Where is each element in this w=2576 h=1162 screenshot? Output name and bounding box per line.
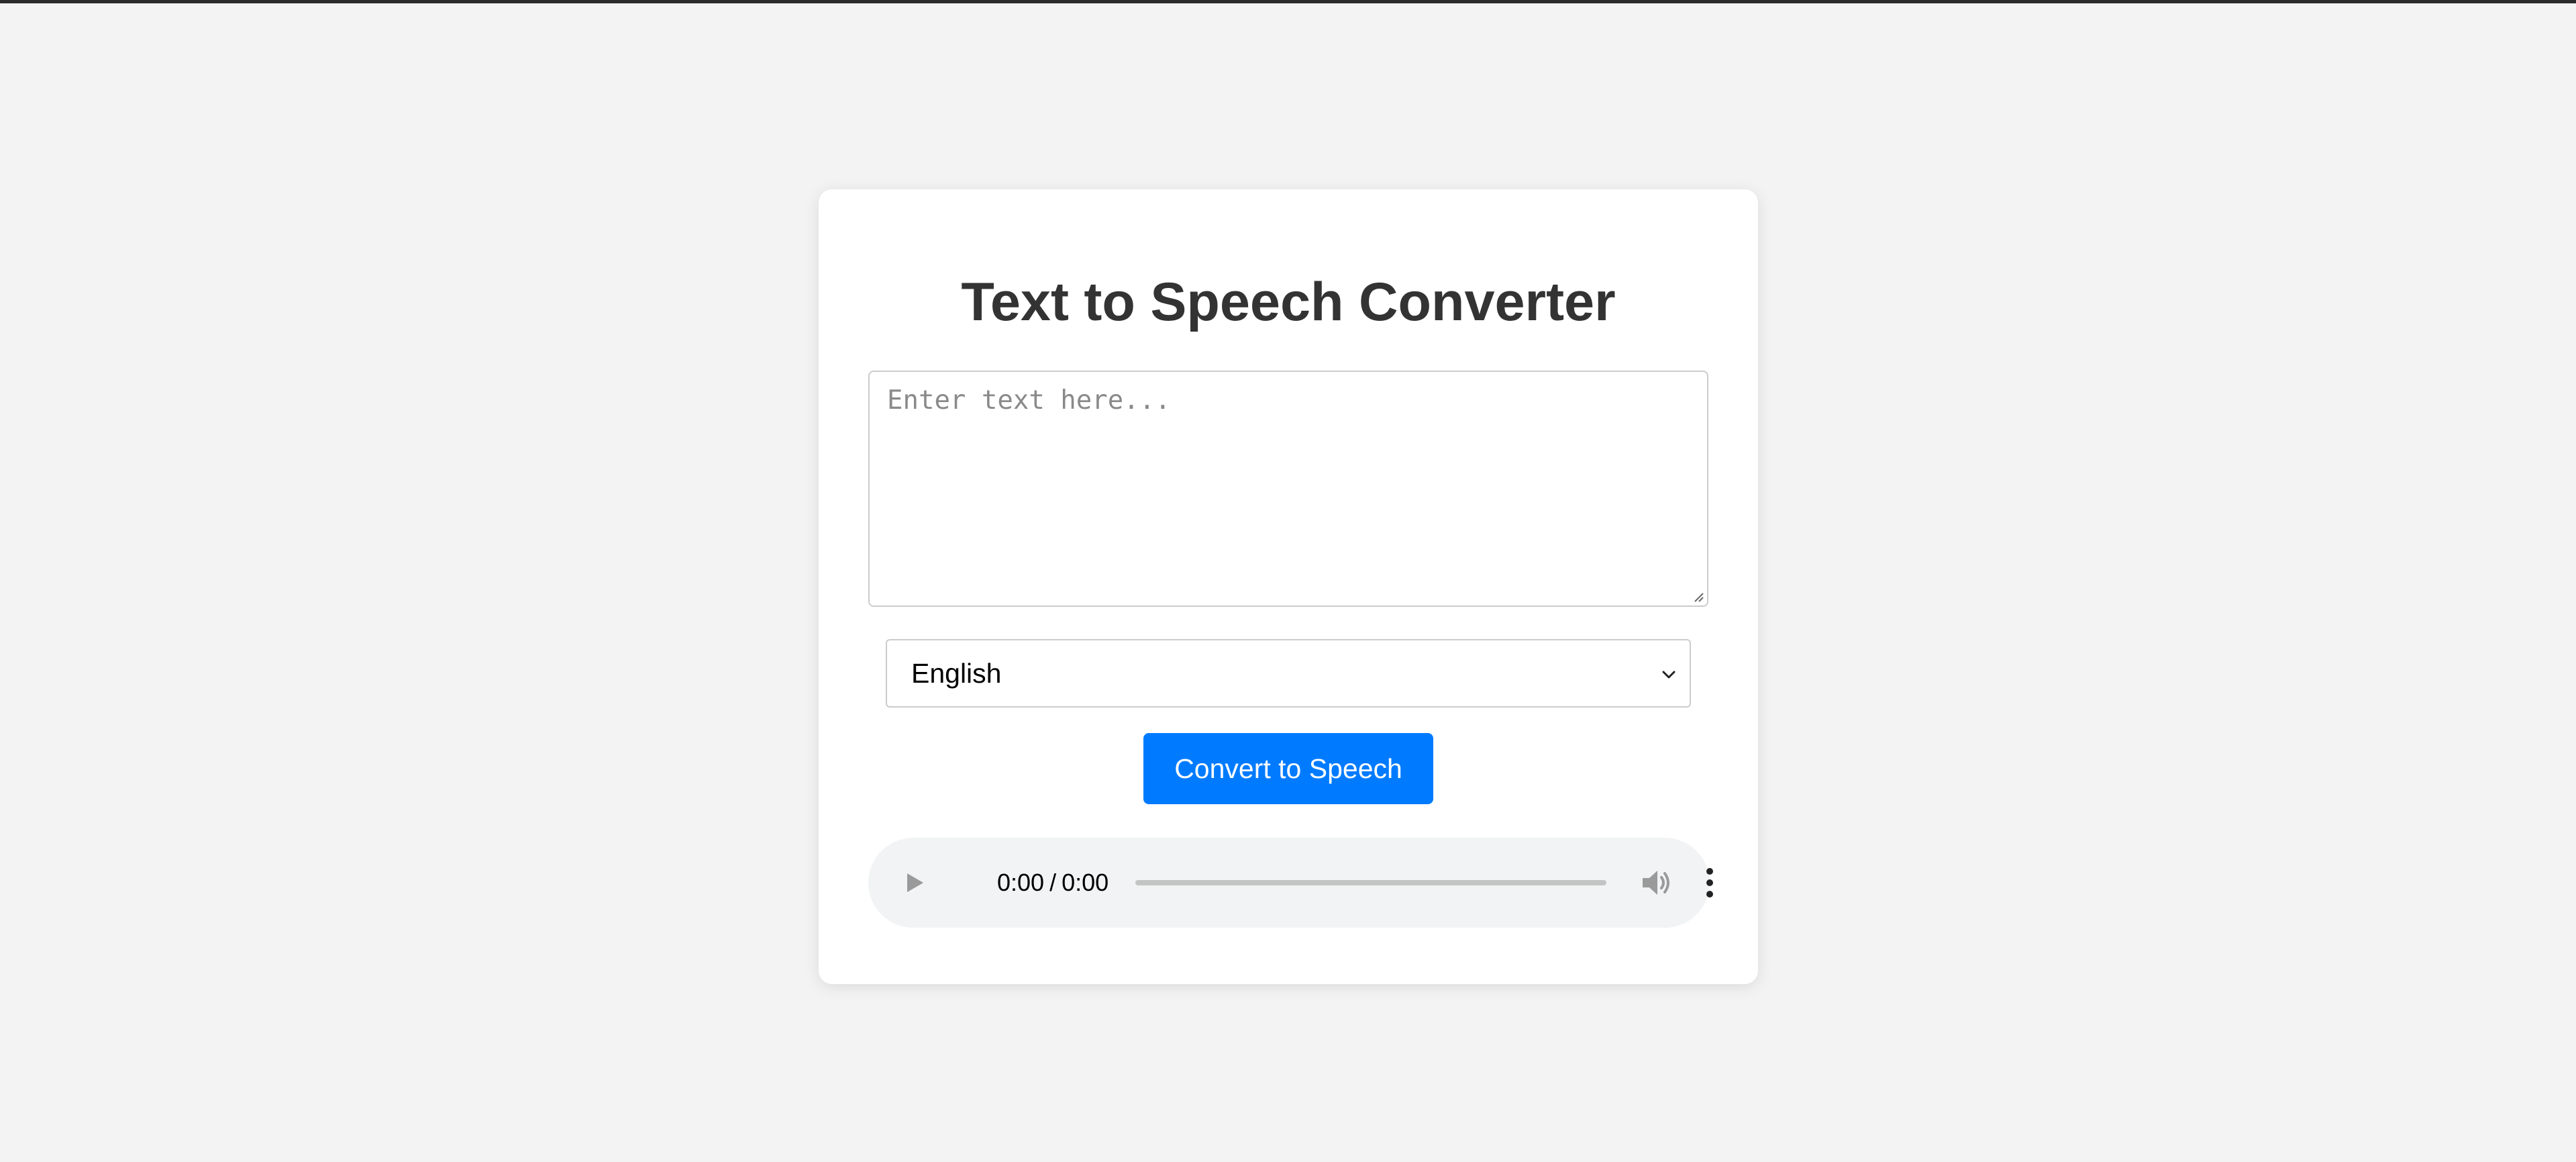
seek-bar[interactable]	[1135, 880, 1606, 885]
more-options-icon[interactable]	[1703, 866, 1716, 900]
language-select-value: English	[911, 657, 1002, 689]
current-time: 0:00	[997, 869, 1045, 896]
time-display: 0:00/0:00	[997, 867, 1109, 898]
window-top-edge	[0, 0, 2576, 3]
chevron-down-icon	[1662, 671, 1676, 679]
volume-icon[interactable]	[1640, 867, 1673, 898]
language-select[interactable]: English	[886, 639, 1691, 708]
audio-player: 0:00/0:00	[868, 838, 1713, 928]
resize-handle-icon[interactable]	[1691, 589, 1704, 603]
text-input[interactable]	[870, 372, 1707, 606]
text-input-container	[868, 371, 1708, 607]
time-separator: /	[1049, 869, 1057, 896]
play-icon[interactable]	[900, 869, 927, 896]
page-title: Text to Speech Converter	[961, 272, 1616, 332]
duration: 0:00	[1062, 869, 1109, 896]
converter-card: Text to Speech Converter English Convert…	[819, 189, 1758, 984]
convert-button[interactable]: Convert to Speech	[1143, 733, 1433, 804]
